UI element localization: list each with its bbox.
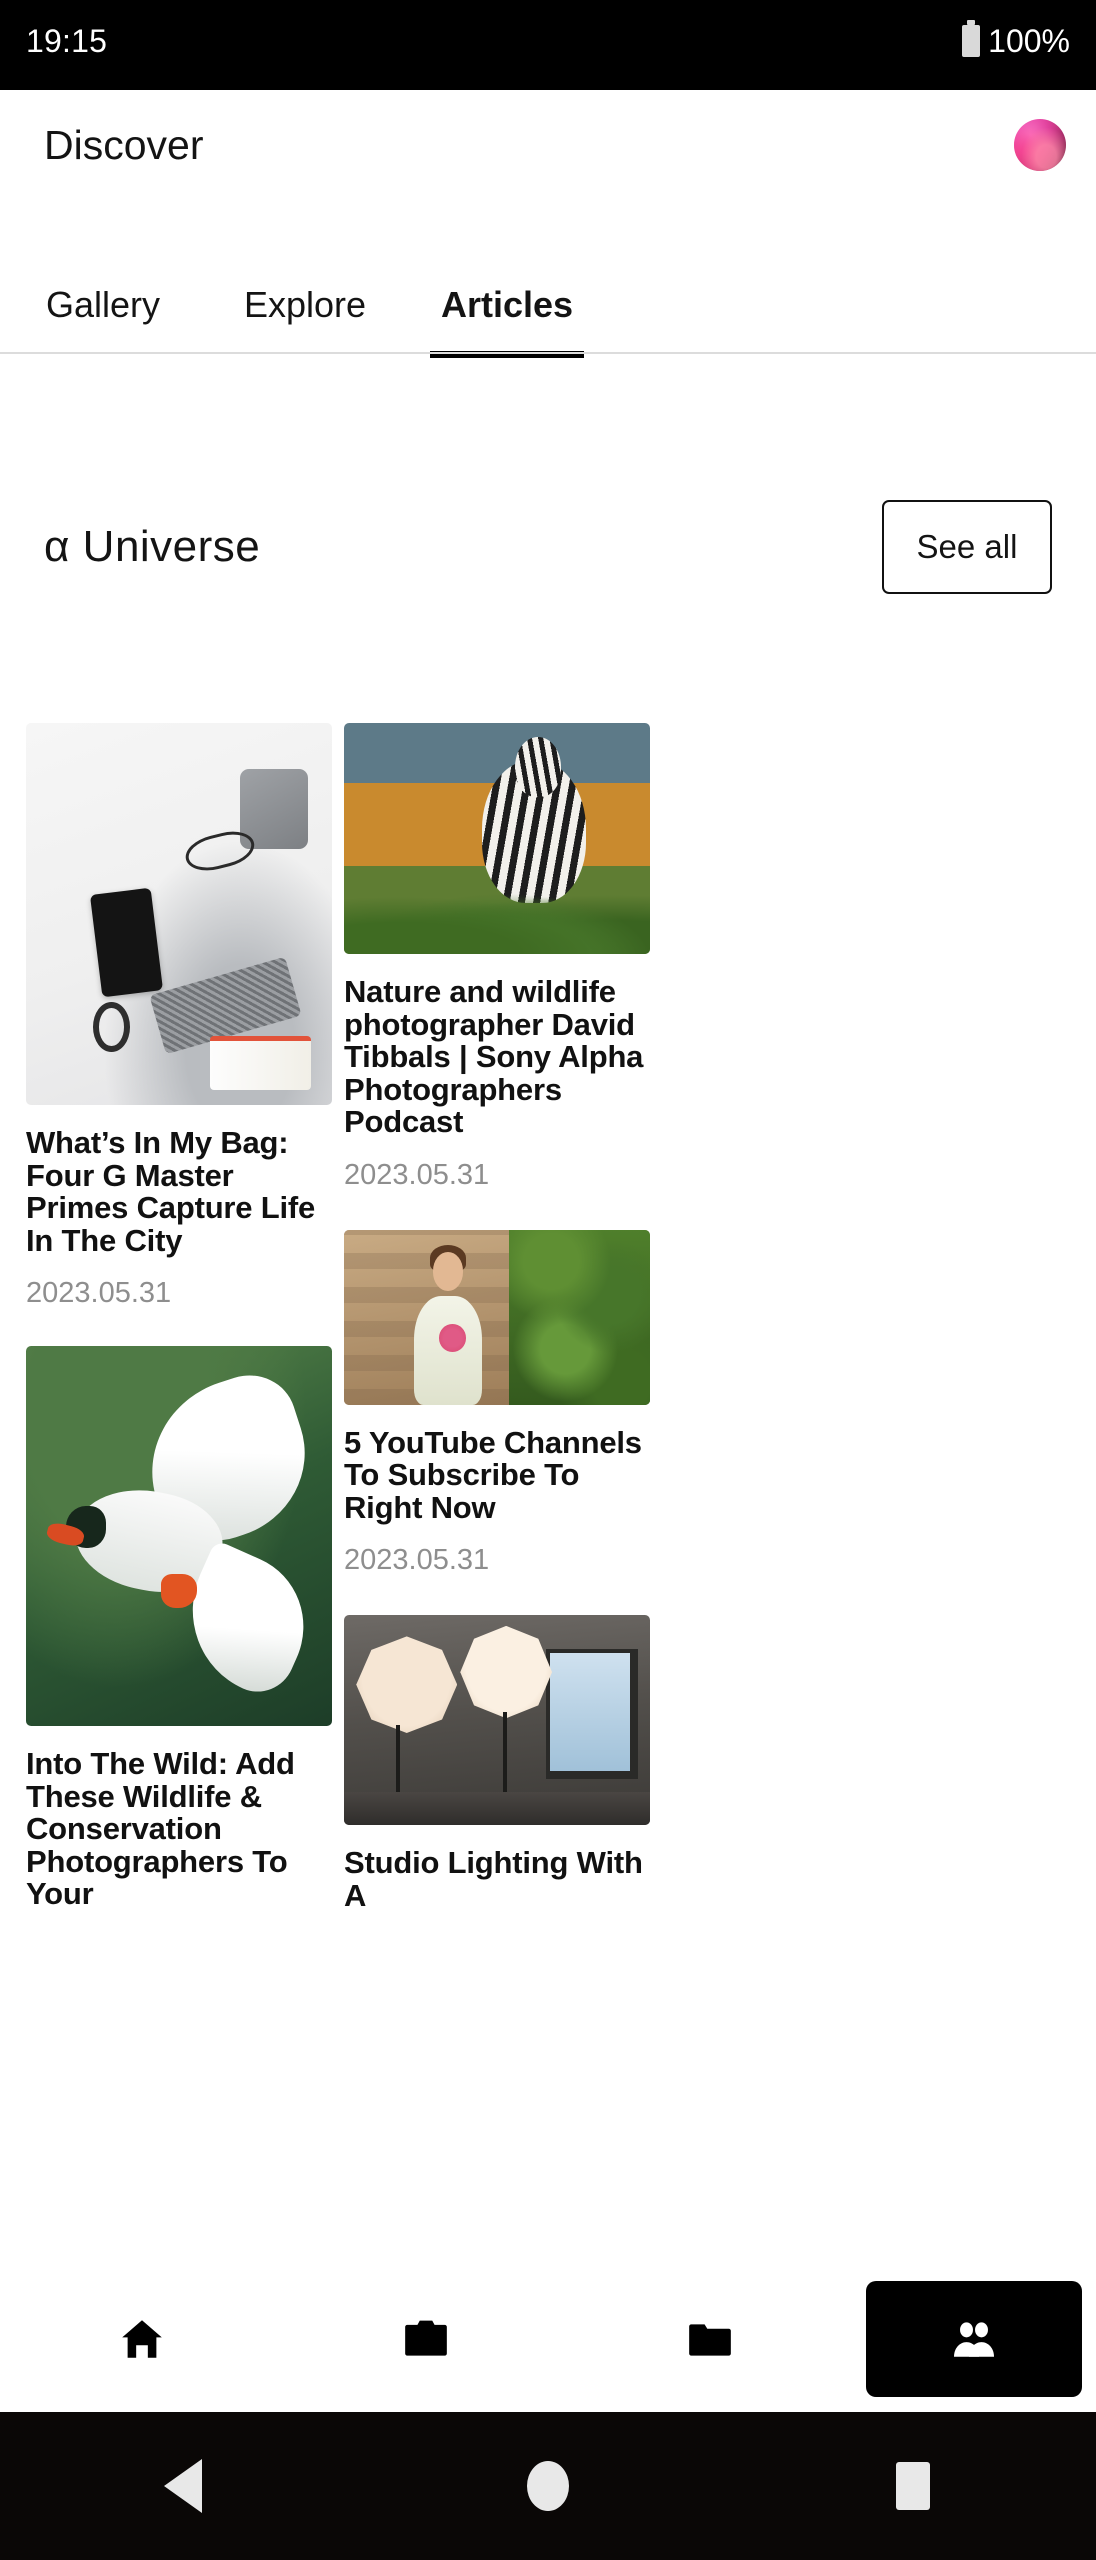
page-title: Discover	[44, 121, 204, 168]
home-circle-icon	[526, 2461, 569, 2511]
camera-icon	[405, 2320, 447, 2356]
see-all-button[interactable]: See all	[882, 500, 1052, 594]
zebra-in-savanna-photo[interactable]	[344, 723, 650, 954]
flat-lay-camera-bag-photo[interactable]	[26, 723, 332, 1105]
article-title: What’s In My Bag: Four G Master Primes C…	[26, 1125, 316, 1258]
battery-percent-label: 100%	[988, 22, 1070, 59]
battery-full-icon	[962, 20, 981, 57]
article-title: 5 YouTube Channels To Subscribe To Right…	[344, 1424, 642, 1525]
back-button[interactable]	[93, 2412, 273, 2560]
status-bar: 19:15 100%	[0, 0, 1096, 90]
nav-item-home[interactable]	[0, 2265, 284, 2413]
people-icon	[954, 2321, 994, 2357]
feed-column-left: What’s In My Bag: Four G Master Primes C…	[26, 723, 332, 2303]
nav-item-camera[interactable]	[284, 2265, 568, 2413]
article-date: 2023.05.31	[26, 1277, 172, 1310]
tab-gallery[interactable]: Gallery	[26, 252, 180, 358]
article-title: Studio Lighting With A	[344, 1845, 643, 1913]
article-card[interactable]: 5 YouTube Channels To Subscribe To Right…	[344, 1229, 650, 1578]
home-button[interactable]	[458, 2412, 638, 2560]
tab-explore[interactable]: Explore	[228, 252, 382, 358]
article-card[interactable]: Into The Wild: Add These Wildlife & Cons…	[26, 1346, 332, 1911]
bride-by-ivy-wall-photo[interactable]	[344, 1229, 650, 1405]
phone-screen: 19:15 100% Discover Gallery Explore Arti…	[0, 0, 1096, 2560]
article-title: Into The Wild: Add These Wildlife & Cons…	[26, 1746, 295, 1912]
section-title: α Universe	[44, 522, 261, 571]
android-system-nav	[0, 2412, 1096, 2560]
user-avatar[interactable]	[1014, 119, 1066, 171]
nav-item-people[interactable]	[866, 2280, 1082, 2397]
tab-bar: Gallery Explore Articles	[0, 252, 1096, 358]
recents-button[interactable]	[823, 2412, 1003, 2560]
article-card[interactable]: Nature and wildlife photographer David T…	[344, 723, 650, 1192]
folder-icon	[689, 2323, 731, 2356]
section-header: α Universe See all	[0, 500, 1096, 594]
bottom-navigation-bar	[0, 2264, 1096, 2412]
article-date: 2023.05.31	[344, 1544, 490, 1577]
studio-lighting-umbrellas-photo[interactable]	[344, 1615, 650, 1826]
tab-articles[interactable]: Articles	[430, 252, 584, 358]
status-right-cluster: 100%	[962, 20, 1070, 60]
article-date: 2023.05.31	[344, 1158, 490, 1191]
feed-column-right: Nature and wildlife photographer David T…	[344, 723, 650, 2303]
app-bar: Discover	[0, 90, 1096, 200]
back-triangle-icon	[163, 2459, 202, 2513]
tab-divider	[0, 352, 1096, 354]
article-card[interactable]: Studio Lighting With A	[344, 1615, 650, 1912]
status-time: 19:15	[26, 22, 108, 59]
article-card[interactable]: What’s In My Bag: Four G Master Primes C…	[26, 723, 332, 1310]
white-tern-bird-in-flight-photo[interactable]	[26, 1346, 332, 1727]
home-icon	[122, 2319, 162, 2358]
articles-feed[interactable]: What’s In My Bag: Four G Master Primes C…	[26, 723, 1070, 2303]
recents-square-icon	[896, 2462, 931, 2510]
nav-item-folder[interactable]	[568, 2265, 852, 2413]
article-title: Nature and wildlife photographer David T…	[344, 974, 644, 1140]
